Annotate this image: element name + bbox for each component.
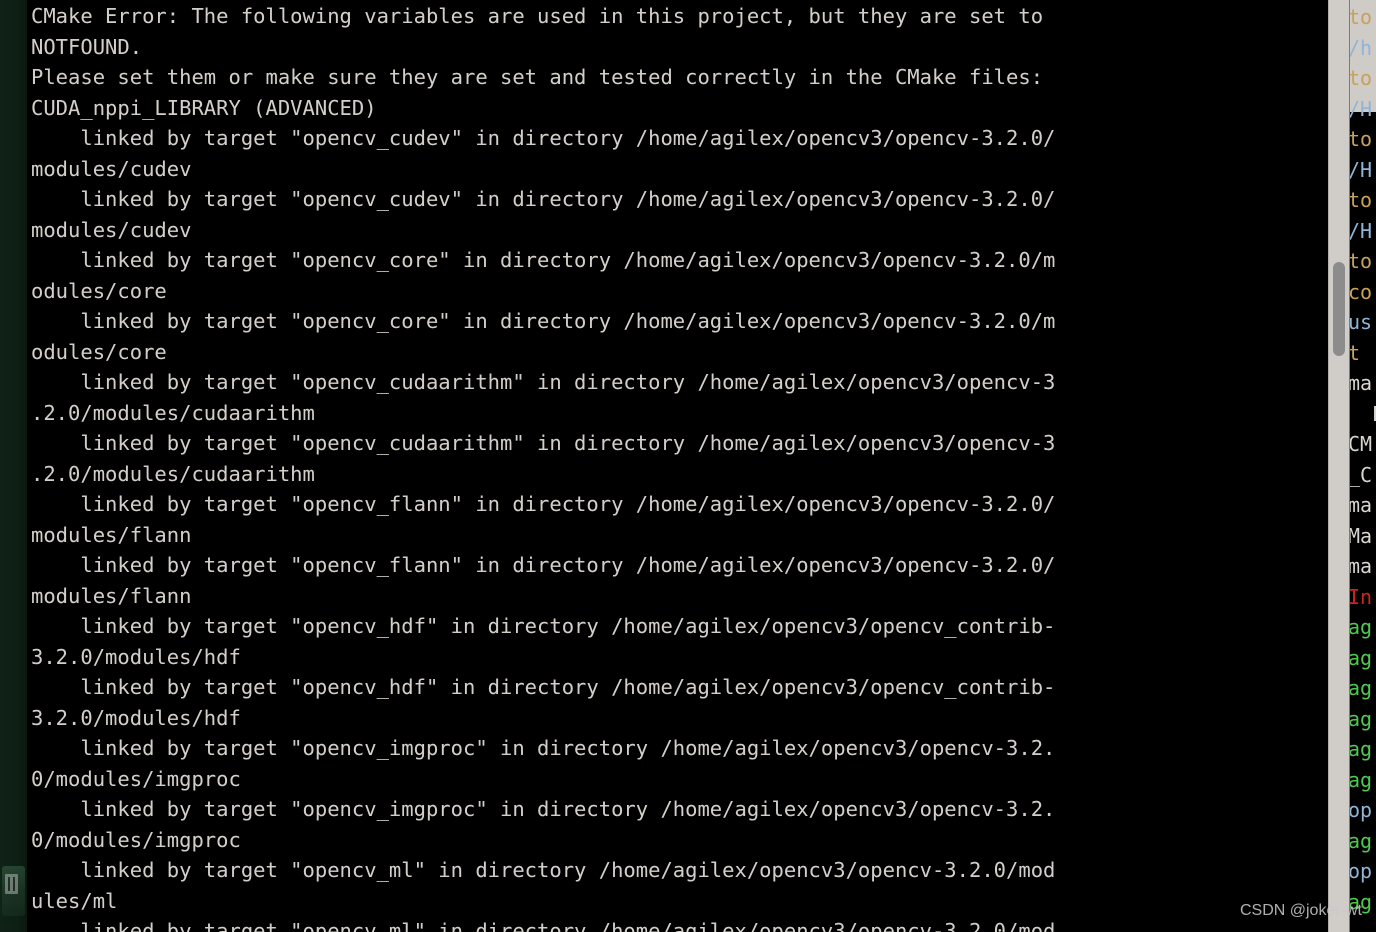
terminal-line: linked by target "opencv_core" in direct…	[31, 309, 1056, 333]
terminal-line: linked by target "opencv_cudaarithm" in …	[31, 370, 1056, 394]
desktop-screen: to/hto/Hto/Hto/Htocoustma ECM_CmaMamaIna…	[0, 0, 1376, 932]
terminal-line: modules/cudev	[31, 156, 192, 181]
background-terminal-line: _C	[1348, 462, 1373, 487]
background-terminal-line: ag	[1348, 615, 1373, 639]
terminal-line: linked by target "opencv_flann" in direc…	[31, 553, 1056, 577]
terminal-line: linked by target "opencv_imgproc" in dir…	[31, 797, 1056, 821]
background-terminal-line: CM	[1348, 432, 1373, 456]
background-terminal-line: ag	[1348, 645, 1373, 670]
unity-launcher[interactable]	[0, 0, 27, 932]
background-terminal-line: ma	[1348, 371, 1373, 395]
background-terminal-line: ag	[1348, 737, 1373, 761]
terminal-line: linked by target "opencv_hdf" in directo…	[31, 614, 1056, 638]
background-terminal-line: In	[1348, 584, 1373, 609]
terminal-line: modules/cudev	[31, 217, 192, 242]
terminal-line: modules/flann	[31, 583, 192, 608]
terminal-line: .2.0/modules/cudaarithm	[31, 461, 315, 486]
scrollbar-thumb[interactable]	[1333, 262, 1345, 356]
background-terminal-line: E	[1348, 399, 1376, 430]
terminal-line: 0/modules/imgproc	[31, 766, 241, 791]
background-terminal-line: op	[1348, 798, 1373, 822]
files-icon-glyph	[5, 874, 18, 894]
background-terminal-line: /H	[1348, 157, 1373, 182]
background-terminal-line: to	[1348, 66, 1373, 90]
background-terminal-line: /H	[1348, 96, 1373, 121]
terminal-line: 3.2.0/modules/hdf	[31, 705, 241, 730]
terminal-line: linked by target "opencv_ml" in director…	[31, 858, 1056, 882]
terminal-line: .2.0/modules/cudaarithm	[31, 400, 315, 425]
files-icon[interactable]	[2, 866, 25, 916]
background-terminal-line: t	[1348, 340, 1361, 365]
background-terminal-line: ag	[1348, 706, 1373, 731]
background-terminal-line: op	[1348, 859, 1373, 883]
background-terminal-line: ma	[1348, 493, 1373, 517]
terminal-line: linked by target "opencv_core" in direct…	[31, 248, 1056, 272]
background-terminal-line: to	[1348, 127, 1373, 151]
background-terminal-line: ag	[1348, 828, 1373, 853]
terminal-line: linked by target "opencv_cudaarithm" in …	[31, 431, 1056, 455]
terminal-line: ules/ml	[31, 888, 118, 913]
background-terminal-line: to	[1348, 188, 1373, 212]
background-terminal-line: ag	[1348, 676, 1373, 700]
background-terminal-line: to	[1348, 249, 1373, 273]
terminal-line: modules/flann	[31, 522, 192, 547]
terminal-line: 0/modules/imgproc	[31, 827, 241, 852]
terminal-line: linked by target "opencv_flann" in direc…	[31, 492, 1056, 516]
background-terminal-line: ma	[1348, 554, 1373, 578]
background-terminal-output: to/hto/Hto/Hto/Htocoustma ECM_CmaMamaIna…	[1348, 0, 1376, 932]
terminal-output[interactable]: CMake Error: The following variables are…	[31, 1, 1331, 932]
terminal-line: linked by target "opencv_hdf" in directo…	[31, 675, 1056, 699]
background-terminal-line: us	[1348, 310, 1373, 334]
terminal-line: CMake Error: The following variables are…	[31, 4, 1044, 28]
terminal-line: odules/core	[31, 278, 167, 303]
background-terminal-line: co	[1348, 279, 1373, 304]
terminal-line: Please set them or make sure they are se…	[31, 65, 1044, 89]
terminal-line: linked by target "opencv_ml" in director…	[31, 919, 1056, 932]
csdn-watermark: CSDN @joker-wt	[1239, 902, 1362, 919]
terminal-line: NOTFOUND.	[31, 34, 143, 59]
terminal-line: odules/core	[31, 339, 167, 364]
terminal-window[interactable]: CMake Error: The following variables are…	[27, 0, 1348, 932]
background-terminal-line: ag	[1348, 767, 1373, 792]
vertical-scrollbar[interactable]	[1328, 0, 1350, 932]
terminal-line: CUDA_nppi_LIBRARY (ADVANCED)	[31, 95, 377, 120]
terminal-line: 3.2.0/modules/hdf	[31, 644, 241, 669]
background-terminal-line: to	[1348, 5, 1373, 29]
terminal-line: linked by target "opencv_cudev" in direc…	[31, 126, 1056, 150]
background-terminal-line: Ma	[1348, 523, 1373, 548]
terminal-line: linked by target "opencv_cudev" in direc…	[31, 187, 1056, 211]
terminal-line: linked by target "opencv_imgproc" in dir…	[31, 736, 1056, 760]
background-terminal-line: /H	[1348, 218, 1373, 243]
background-terminal-line: /h	[1348, 35, 1373, 60]
background-terminal-window[interactable]: to/hto/Hto/Hto/Htocoustma ECM_CmaMamaIna…	[1348, 0, 1376, 932]
